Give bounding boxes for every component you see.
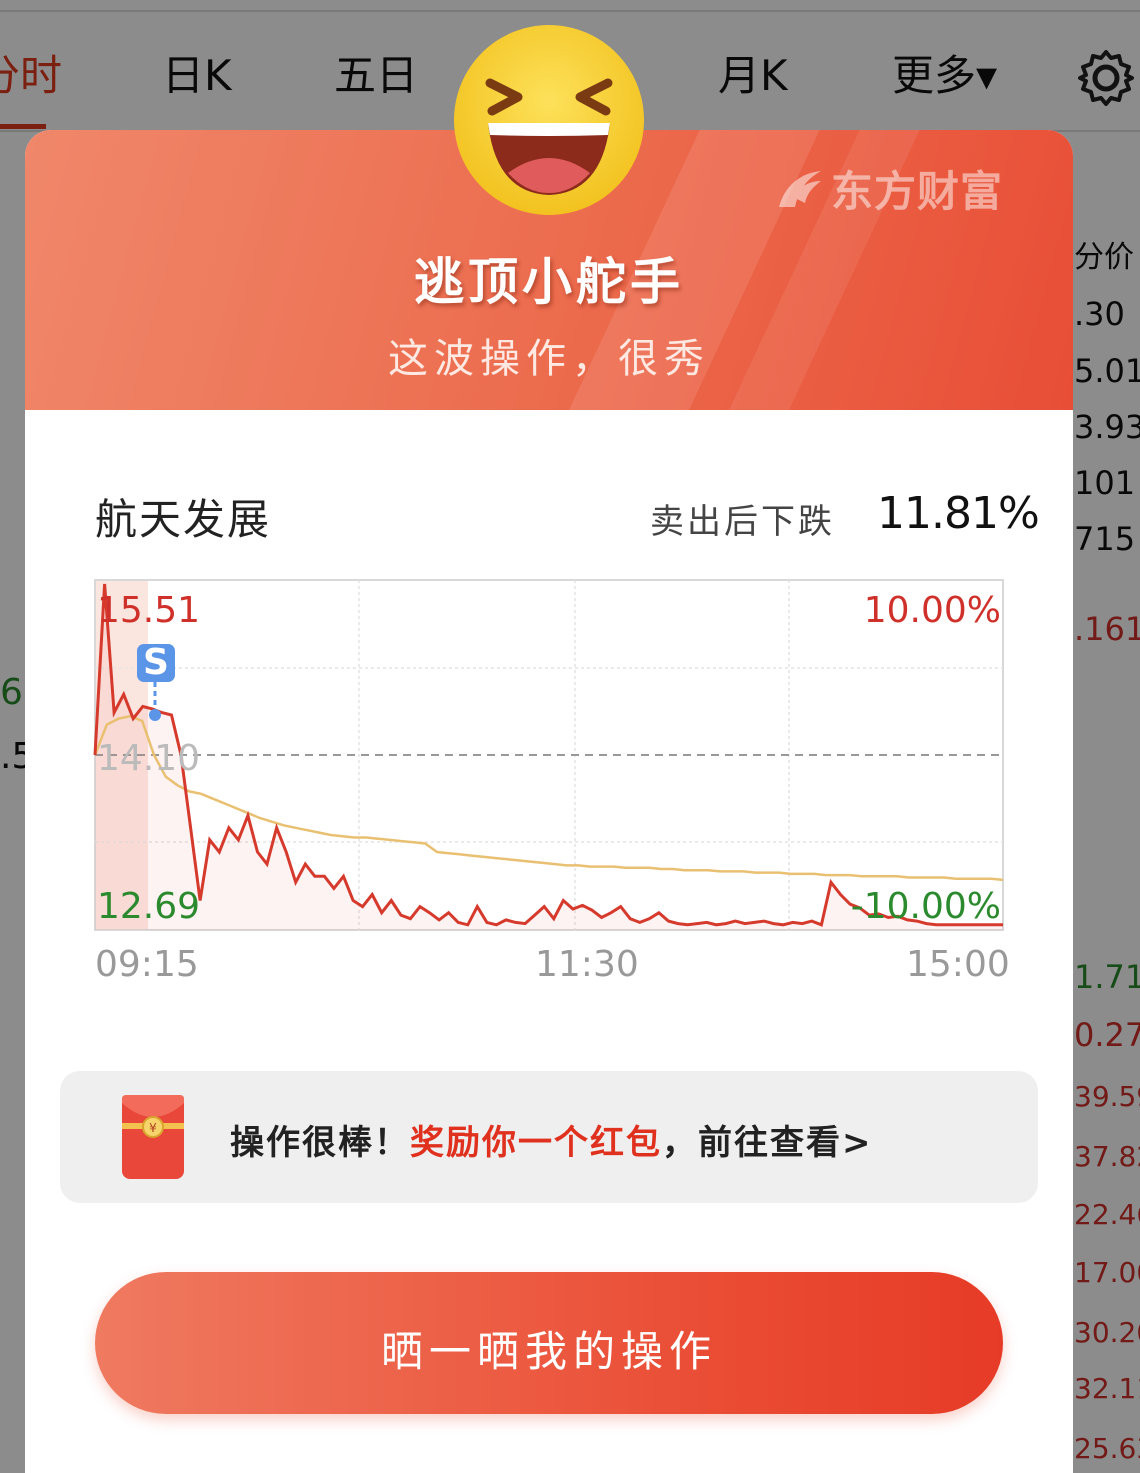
laughing-emoji-icon <box>454 25 644 215</box>
stock-name: 航天发展 <box>95 495 272 544</box>
sell-point-dot <box>149 709 161 721</box>
time-label-close: 15:00 <box>906 944 1010 985</box>
achievement-modal: 东方财富 逃顶小舵手 这波操作，很秀 航天发展 卖出后下跌 11.81% S 1… <box>25 130 1073 1473</box>
share-button-label: 晒一晒我的操作 <box>380 1327 717 1376</box>
y-label-high: 15.51 <box>97 590 200 631</box>
reward-praise: 操作很棒！ <box>230 1123 410 1163</box>
reward-highlight: 奖励你一个红包 <box>410 1123 662 1163</box>
drop-after-sell-label: 卖出后下跌 <box>650 502 835 542</box>
time-label-mid: 11:30 <box>535 944 639 985</box>
red-packet-reward-banner[interactable]: ¥ 操作很棒！奖励你一个红包，前往查看> <box>60 1071 1038 1203</box>
drop-after-sell-value: 11.81% <box>877 488 1040 539</box>
brand-swoosh-icon <box>779 170 821 207</box>
time-label-open: 09:15 <box>95 944 199 985</box>
y-label-up-pct: 10.00% <box>864 590 1001 631</box>
svg-text:¥: ¥ <box>149 1121 157 1135</box>
modal-title: 逃顶小舵手 <box>414 253 684 311</box>
reward-text[interactable]: 操作很棒！奖励你一个红包，前往查看> <box>230 1115 873 1164</box>
share-my-trade-button[interactable]: 晒一晒我的操作 <box>95 1272 1003 1414</box>
price-area <box>95 584 1003 930</box>
y-label-prev-close: 14.10 <box>97 738 200 779</box>
y-label-low: 12.69 <box>97 886 200 927</box>
intraday-chart-svg: S 15.51 14.10 12.69 10.00% -10.00% <box>93 579 1004 931</box>
modal-subtitle: 这波操作，很秀 <box>388 336 710 382</box>
y-label-down-pct: -10.00% <box>851 886 1001 927</box>
brand-logo: 东方财富 <box>775 158 1003 219</box>
reward-go-link[interactable]: ，前往查看> <box>662 1123 873 1163</box>
sell-marker-label: S <box>143 642 169 683</box>
red-packet-icon: ¥ <box>122 1095 184 1179</box>
intraday-chart: S 15.51 14.10 12.69 10.00% -10.00% <box>93 579 1004 931</box>
brand-name: 东方财富 <box>831 167 1004 216</box>
